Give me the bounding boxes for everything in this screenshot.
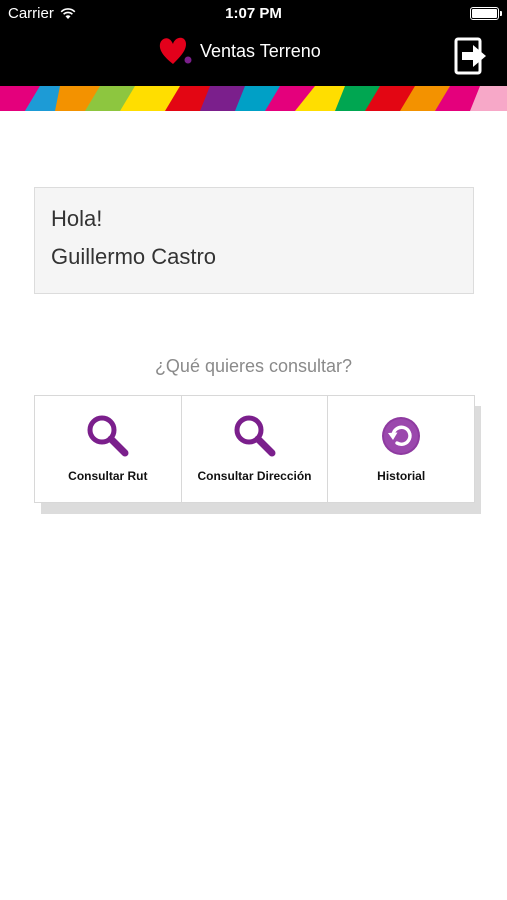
status-time: 1:07 PM — [225, 5, 282, 22]
heart-logo-icon — [159, 37, 192, 64]
consultar-direccion-button[interactable]: Consultar Dirección — [180, 395, 329, 503]
logout-button[interactable] — [453, 36, 489, 76]
tile-label: Consultar Dirección — [197, 469, 312, 483]
search-icon — [234, 415, 275, 457]
nav-bar: Ventas Terreno — [0, 28, 507, 86]
historial-button[interactable]: Historial — [327, 395, 476, 503]
tile-label: Historial — [377, 469, 426, 483]
logout-icon — [454, 37, 486, 75]
history-icon — [382, 417, 421, 455]
query-prompt: ¿Qué quieres consultar? — [154, 356, 353, 376]
greeting-card: Hola! Guillermo Castro — [34, 187, 474, 294]
decorative-banner — [0, 86, 507, 111]
user-name: Guillermo Castro — [51, 244, 217, 269]
action-tiles: Consultar Rut Consultar Dirección Histor… — [34, 395, 476, 503]
greeting-hello: Hola! — [51, 206, 103, 231]
tile-label: Consultar Rut — [68, 469, 148, 483]
search-icon — [87, 415, 129, 457]
brand: Ventas Terreno — [158, 36, 321, 66]
app-title: Ventas Terreno — [200, 40, 321, 61]
status-bar: Carrier 1:07 PM — [0, 0, 507, 28]
consultar-rut-button[interactable]: Consultar Rut — [34, 395, 182, 503]
battery-icon — [470, 7, 502, 20]
